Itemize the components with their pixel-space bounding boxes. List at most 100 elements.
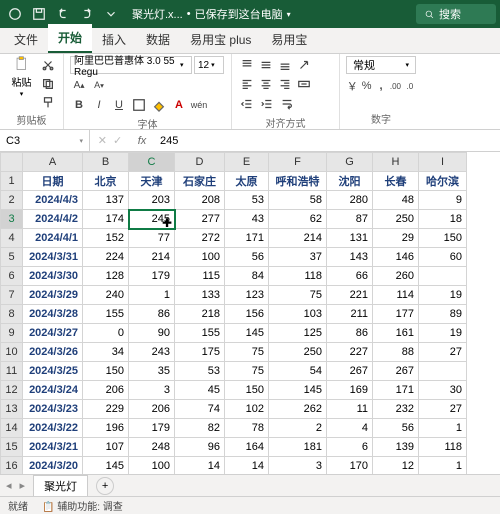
cell[interactable]: 181 [269,438,327,457]
row-header[interactable]: 16 [1,457,23,476]
percent-icon[interactable]: % [360,77,372,95]
cell[interactable]: 1 [419,419,467,438]
align-center-icon[interactable] [257,75,275,93]
cell[interactable]: 177 [373,305,419,324]
wrap-text-icon[interactable] [278,95,296,113]
cell[interactable]: 78 [225,419,269,438]
cell[interactable]: 128 [83,267,129,286]
cell[interactable]: 9 [419,191,467,210]
cell[interactable]: 2024/3/29 [23,286,83,305]
col-header[interactable]: G [327,153,373,172]
cell[interactable]: 3 [269,457,327,476]
sheet-tab[interactable]: 聚光灯 [33,475,88,496]
cell[interactable]: 102 [225,400,269,419]
cell[interactable]: 262 [269,400,327,419]
number-format-select[interactable]: 常规▾ [346,56,416,74]
cell[interactable]: 27 [419,343,467,362]
row-header[interactable]: 8 [1,305,23,324]
cell[interactable]: 118 [419,438,467,457]
cell[interactable]: 1 [419,457,467,476]
cell[interactable]: 103 [269,305,327,324]
cell[interactable]: 75 [269,286,327,305]
cell[interactable]: 27 [419,400,467,419]
row-header[interactable]: 3 [1,210,23,229]
cell[interactable]: 164 [225,438,269,457]
cell[interactable]: 29 [373,229,419,248]
undo-icon[interactable] [52,3,74,25]
cell[interactable]: 170 [327,457,373,476]
sheet-nav-prev-icon[interactable]: ◂ [6,479,12,492]
align-middle-icon[interactable] [257,56,275,74]
cell[interactable]: 243 [129,343,175,362]
cell[interactable]: 2024/4/3 [23,191,83,210]
cell[interactable]: 90 [129,324,175,343]
qat-more-icon[interactable] [100,3,122,25]
name-box[interactable]: C3▾ [0,130,90,151]
cell[interactable]: 211 [327,305,373,324]
cell[interactable]: 143 [327,248,373,267]
row-header[interactable]: 15 [1,438,23,457]
paste-button[interactable]: 粘贴▾ [6,56,37,98]
cell[interactable]: 175 [175,343,225,362]
copy-icon[interactable] [39,75,57,93]
cell[interactable]: 232 [373,400,419,419]
cell[interactable]: 196 [83,419,129,438]
grid[interactable]: ABCDEFGHI1日期北京天津石家庄太原呼和浩特沈阳长春哈尔滨22024/4/… [0,152,500,514]
align-top-icon[interactable] [238,56,256,74]
col-header[interactable]: B [83,153,129,172]
cell[interactable]: 14 [225,457,269,476]
cell[interactable]: 206 [83,381,129,400]
cell[interactable]: 96 [175,438,225,457]
cell[interactable]: 100 [175,248,225,267]
cell[interactable]: 206 [129,400,175,419]
cell[interactable]: 35 [129,362,175,381]
font-size-select[interactable]: 12▾ [194,56,224,74]
cut-icon[interactable] [39,56,57,74]
cell[interactable]: 2024/3/25 [23,362,83,381]
cell[interactable]: 171 [225,229,269,248]
select-all[interactable] [1,153,23,172]
cell[interactable]: 115 [175,267,225,286]
cell[interactable] [419,267,467,286]
row-header[interactable]: 11 [1,362,23,381]
cell[interactable]: 2 [269,419,327,438]
cell[interactable] [419,362,467,381]
cell[interactable]: 14 [175,457,225,476]
cell[interactable]: 2024/3/30 [23,267,83,286]
cell[interactable]: 2024/4/2 [23,210,83,229]
cell[interactable]: 1 [129,286,175,305]
cell[interactable]: 43 [225,210,269,229]
cell[interactable]: 131 [327,229,373,248]
cell[interactable]: 4 [327,419,373,438]
cell[interactable]: 221 [327,286,373,305]
cell[interactable]: 53 [225,191,269,210]
cell[interactable]: 150 [225,381,269,400]
cell[interactable]: 2024/3/20 [23,457,83,476]
cell[interactable]: 45 [175,381,225,400]
cell[interactable]: 3 [129,381,175,400]
row-header[interactable]: 10 [1,343,23,362]
align-bottom-icon[interactable] [276,56,294,74]
column-title[interactable]: 哈尔滨 [419,172,467,191]
cell[interactable]: 75 [225,362,269,381]
bold-icon[interactable]: B [70,96,88,114]
cell[interactable]: 84 [225,267,269,286]
cell[interactable]: 114 [373,286,419,305]
cell[interactable]: 0 [83,324,129,343]
cell[interactable]: 11 [327,400,373,419]
cell[interactable]: 48 [373,191,419,210]
cell[interactable]: 179 [129,267,175,286]
row-header[interactable]: 14 [1,419,23,438]
col-header[interactable]: I [419,153,467,172]
cell[interactable]: 179 [129,419,175,438]
phonetic-icon[interactable]: wén [190,96,208,114]
cell[interactable]: 161 [373,324,419,343]
cell[interactable]: 100 [129,457,175,476]
cell[interactable]: 19 [419,324,467,343]
cell[interactable]: 214 [269,229,327,248]
column-title[interactable]: 呼和浩特 [269,172,327,191]
col-header[interactable]: A [23,153,83,172]
cell[interactable]: 53 [175,362,225,381]
row-header[interactable]: 13 [1,400,23,419]
fx-icon[interactable]: fx [130,135,154,147]
